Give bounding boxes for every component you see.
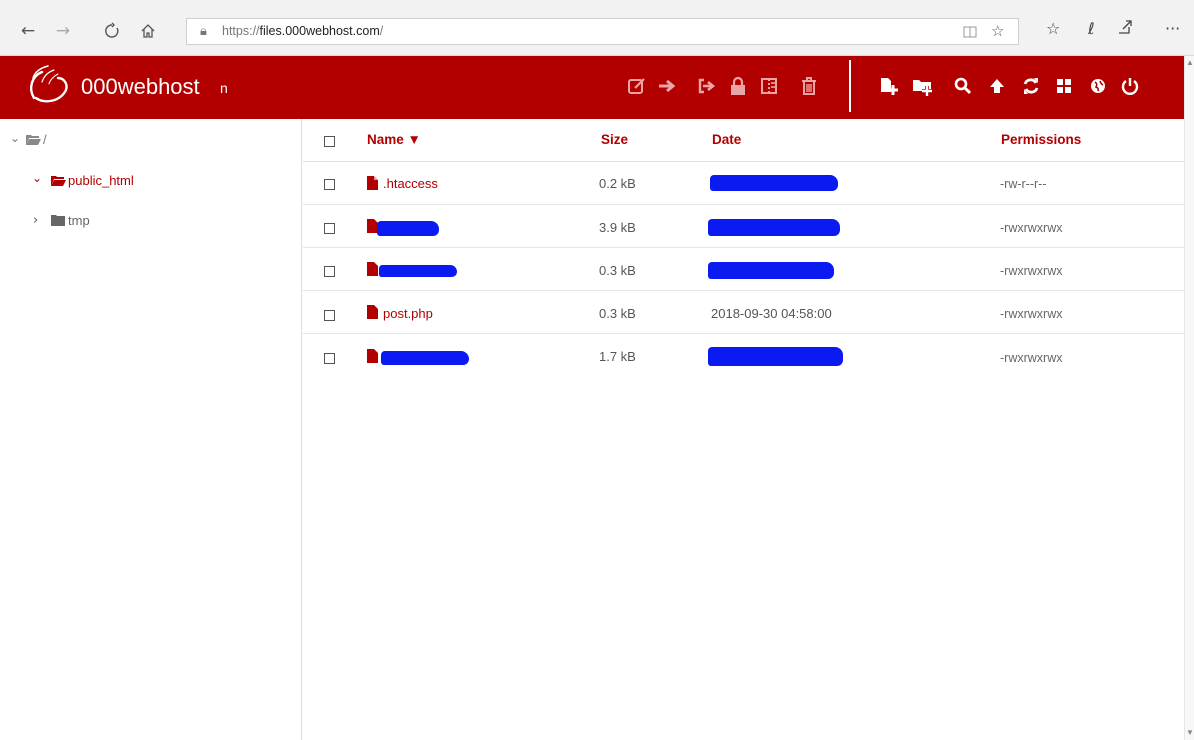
refresh-icon[interactable]: [101, 20, 123, 42]
trash-icon[interactable]: [799, 76, 820, 97]
browser-toolbar: ← → 🔒︎ https://files.000webhost.com/ ☆ ☆…: [0, 0, 1194, 56]
reading-view-icon[interactable]: [963, 22, 977, 43]
file-icon: [367, 305, 378, 319]
redaction-mark: [377, 221, 439, 236]
forward-icon[interactable]: →: [52, 20, 74, 42]
scroll-up-icon[interactable]: ▲: [1186, 58, 1194, 67]
column-size[interactable]: Size: [601, 132, 628, 147]
row-checkbox[interactable]: [324, 310, 335, 321]
tree-root[interactable]: ⌄ /: [0, 131, 300, 153]
table-row[interactable]: .htaccess 0.2 kB -rw-r--r--: [303, 162, 1184, 205]
folder-icon: [51, 215, 65, 226]
sidebar-item-tmp[interactable]: › tmp: [0, 212, 300, 234]
back-icon[interactable]: ←: [17, 20, 39, 42]
file-permissions: -rw-r--r--: [1000, 177, 1047, 191]
globe-icon[interactable]: [1088, 76, 1109, 97]
search-icon[interactable]: [953, 76, 974, 97]
table-row[interactable]: 1.7 kB -rwxrwxrwx: [303, 334, 1184, 377]
more-icon[interactable]: ···: [1165, 19, 1180, 38]
move-icon[interactable]: [657, 76, 678, 97]
chevron-right-icon[interactable]: ›: [33, 213, 38, 228]
refresh-icon[interactable]: [1021, 76, 1042, 97]
lock-icon[interactable]: [728, 76, 749, 97]
user-name[interactable]: n: [220, 80, 228, 96]
chevron-down-icon[interactable]: ⌄: [10, 131, 20, 145]
scroll-down-icon[interactable]: ▼: [1186, 728, 1194, 737]
table-row[interactable]: 0.3 kB -rwxrwxrwx: [303, 248, 1184, 291]
sidebar-item-label: public_html: [68, 173, 134, 188]
favorite-star-icon[interactable]: ☆: [991, 22, 1004, 40]
url-text: https://files.000webhost.com/: [222, 24, 384, 38]
row-checkbox[interactable]: [324, 223, 335, 234]
table-row[interactable]: 3.9 kB -rwxrwxrwx: [303, 205, 1184, 248]
file-table-header: Name ▼ Size Date Permissions: [303, 119, 1184, 162]
share-icon[interactable]: [1117, 19, 1133, 39]
pen-icon[interactable]: ℓ: [1088, 19, 1095, 38]
new-folder-icon[interactable]: [912, 76, 933, 97]
address-bar[interactable]: 🔒︎ https://files.000webhost.com/ ☆: [186, 18, 1019, 45]
row-checkbox[interactable]: [324, 266, 335, 277]
chevron-down-icon[interactable]: ⌄: [32, 171, 42, 185]
file-size: 0.2 kB: [599, 176, 636, 191]
file-permissions: -rwxrwxrwx: [1000, 221, 1063, 235]
sidebar-item-public-html[interactable]: ⌄ public_html: [0, 171, 300, 194]
folder-tree: ⌄ / ⌄ public_html › tmp: [0, 119, 302, 740]
file-date: 2018-09-30 04:58:00: [711, 306, 832, 321]
folder-open-icon: [26, 135, 41, 145]
file-size: 3.9 kB: [599, 220, 636, 235]
column-date[interactable]: Date: [712, 132, 741, 147]
logo-icon: [22, 64, 72, 108]
file-size: 0.3 kB: [599, 306, 636, 321]
power-icon[interactable]: [1120, 76, 1141, 97]
edit-icon[interactable]: [627, 76, 648, 97]
toolbar-divider: [849, 60, 851, 112]
select-all-checkbox[interactable]: [324, 136, 335, 147]
file-permissions: -rwxrwxrwx: [1000, 307, 1063, 321]
column-permissions[interactable]: Permissions: [1001, 132, 1081, 147]
redaction-mark: [710, 175, 838, 191]
home-icon[interactable]: [137, 20, 159, 42]
file-permissions: -rwxrwxrwx: [1000, 264, 1063, 278]
file-icon: [367, 176, 378, 190]
redaction-mark: [708, 347, 843, 366]
archive-icon[interactable]: [759, 76, 780, 97]
column-name[interactable]: Name ▼: [367, 132, 421, 147]
file-size: 0.3 kB: [599, 263, 636, 278]
table-row[interactable]: post.php 0.3 kB 2018-09-30 04:58:00 -rwx…: [303, 291, 1184, 334]
row-checkbox[interactable]: [324, 353, 335, 364]
tree-root-label: /: [43, 132, 47, 147]
file-name[interactable]: post.php: [383, 306, 433, 321]
file-size: 1.7 kB: [599, 349, 636, 364]
app-header: 000webhost n: [0, 56, 1184, 119]
file-icon: [367, 262, 378, 276]
new-file-icon[interactable]: [879, 76, 900, 97]
redaction-mark: [379, 265, 457, 277]
upload-icon[interactable]: [987, 76, 1008, 97]
rename-icon[interactable]: [696, 76, 717, 97]
grid-view-icon[interactable]: [1054, 76, 1075, 97]
file-icon: [367, 349, 378, 363]
favorites-icon[interactable]: ☆: [1046, 19, 1060, 38]
file-permissions: -rwxrwxrwx: [1000, 351, 1063, 365]
folder-open-icon: [51, 176, 66, 186]
redaction-mark: [708, 219, 840, 236]
redaction-mark: [381, 351, 469, 365]
logo-text: 000webhost: [81, 74, 200, 99]
sidebar-item-label: tmp: [68, 213, 90, 228]
lock-icon: 🔒︎: [200, 24, 207, 39]
file-name[interactable]: .htaccess: [383, 176, 438, 191]
page-scrollbar[interactable]: ▲ ▼: [1184, 56, 1194, 740]
row-checkbox[interactable]: [324, 179, 335, 190]
redaction-mark: [708, 262, 834, 279]
